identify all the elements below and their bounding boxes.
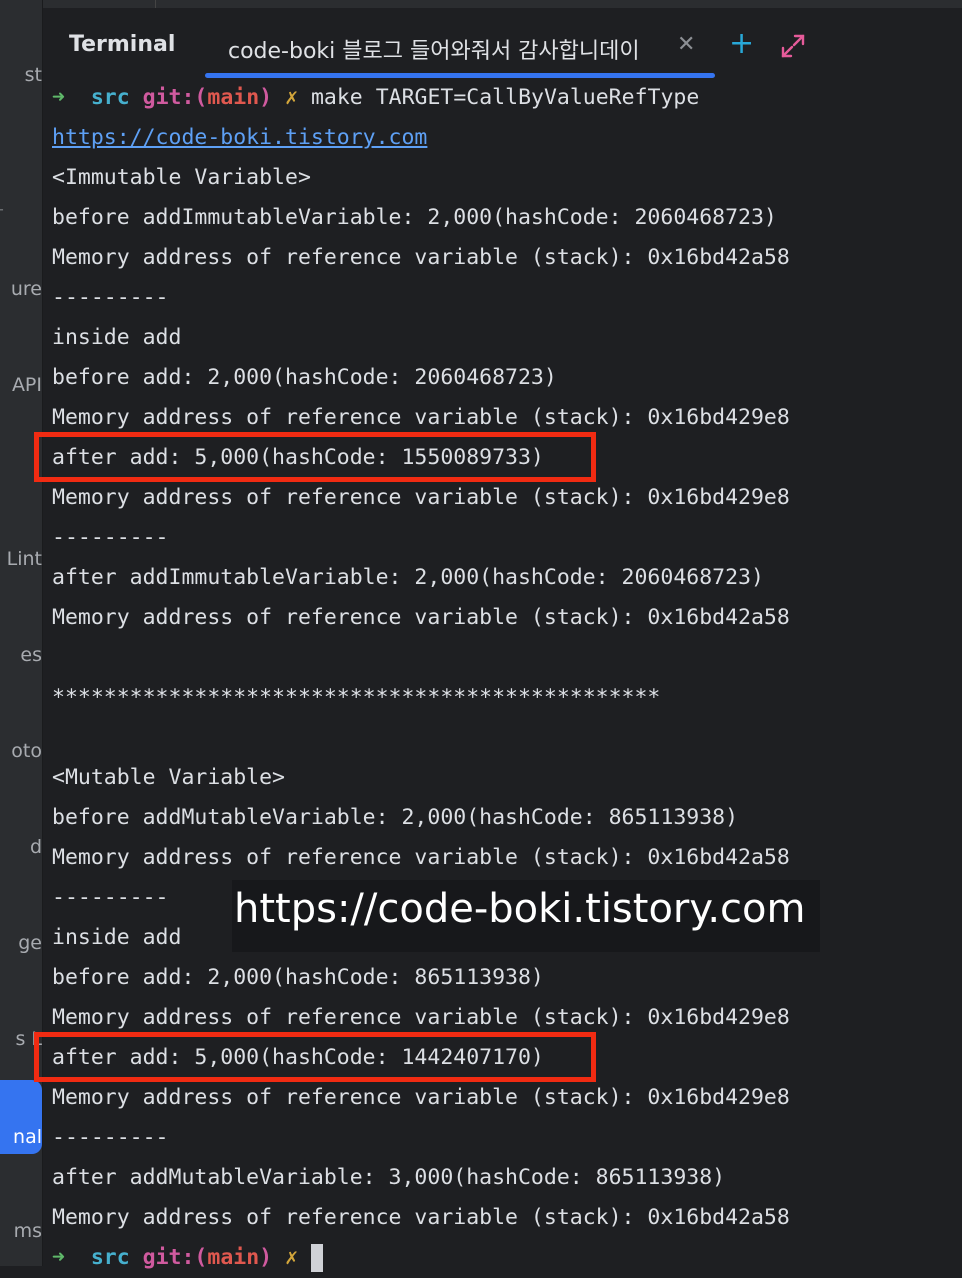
prompt-branch: main — [207, 85, 260, 110]
watermark-text: https://code-boki.tistory.com — [234, 886, 806, 932]
output-line: before addMutableVariable: 2,000(hashCod… — [52, 805, 739, 830]
text-cursor — [310, 1244, 323, 1272]
prompt-dirty: ✗ — [285, 1245, 299, 1270]
sidebar-item[interactable]: ge — [0, 932, 42, 954]
prompt-branch: main — [207, 1245, 260, 1270]
tab-active-session[interactable]: code-boki 블로그 들어와줘서 감사합니데이 ✕ — [205, 30, 715, 78]
output-line: <Immutable Variable> — [52, 165, 311, 190]
output-line: after addMutableVariable: 3,000(hashCode… — [52, 1165, 726, 1190]
sidebar-item[interactable]: d — [0, 836, 42, 858]
prompt-git-suffix: ) — [259, 1245, 273, 1270]
output-line: ****************************************… — [52, 685, 661, 710]
watermark: https://code-boki.tistory.com — [232, 880, 820, 952]
output-line: --------- — [52, 885, 169, 910]
prompt-dir: src — [90, 85, 130, 110]
prompt-arrow: ➜ — [52, 85, 65, 110]
sidebar-item[interactable]: API — [0, 374, 42, 396]
close-icon[interactable]: ✕ — [677, 32, 695, 57]
output-line: before add: 2,000(hashCode: 865113938) — [52, 965, 544, 990]
output-line: inside add — [52, 325, 182, 350]
prompt-command: make TARGET=CallByValueRefType — [310, 85, 700, 110]
tab-label: code-boki 블로그 들어와줘서 감사합니데이 — [228, 39, 640, 64]
top-strip — [43, 0, 962, 8]
prompt-dir: src — [90, 1245, 130, 1270]
output-line: after addImmutableVariable: 2,000(hashCo… — [52, 565, 764, 590]
prompt-git-prefix: git:( — [142, 85, 208, 110]
prompt-arrow: ➜ — [52, 1245, 65, 1270]
terminal-title: Terminal — [69, 32, 176, 57]
output-line: --------- — [52, 1125, 169, 1150]
sidebar-divider: - — [0, 198, 4, 220]
output-line: Memory address of reference variable (st… — [52, 845, 790, 870]
plus-icon[interactable]: + — [729, 26, 754, 61]
output-line: inside add — [52, 925, 182, 950]
output-line: Memory address of reference variable (st… — [52, 1205, 790, 1230]
prompt-git-suffix: ) — [259, 85, 273, 110]
highlight-box-immutable — [34, 432, 596, 482]
terminal-tab-bar: Terminal code-boki 블로그 들어와줘서 감사합니데이 ✕ + — [43, 8, 962, 78]
prompt-line-current: ➜ src git:(main) ✗ — [52, 1238, 323, 1278]
sidebar-item-terminal[interactable]: nal — [0, 1080, 42, 1154]
output-line: before addImmutableVariable: 2,000(hashC… — [52, 205, 777, 230]
output-line: Memory address of reference variable (st… — [52, 245, 790, 270]
output-line: Memory address of reference variable (st… — [52, 605, 790, 630]
prompt-dirty: ✗ — [285, 85, 299, 110]
output-line: Memory address of reference variable (st… — [52, 485, 790, 510]
highlight-box-mutable — [34, 1032, 596, 1082]
sidebar-item[interactable]: oto — [0, 740, 42, 762]
sidebar-item[interactable]: ure — [0, 278, 42, 300]
output-line: before add: 2,000(hashCode: 2060468723) — [52, 365, 557, 390]
sidebar-item[interactable]: st — [0, 64, 42, 86]
sidebar-item[interactable]: es — [0, 644, 42, 666]
output-line: <Mutable Variable> — [52, 765, 285, 790]
sidebar-item[interactable]: ms — [0, 1220, 42, 1242]
sidebar-item[interactable]: Lint — [0, 548, 42, 570]
output-line: Memory address of reference variable (st… — [52, 1085, 790, 1110]
output-line: --------- — [52, 525, 169, 550]
prompt-line: ➜ src git:(main) ✗ make TARGET=CallByVal… — [52, 78, 699, 118]
blog-link[interactable]: https://code-boki.tistory.com — [52, 125, 427, 150]
output-line: --------- — [52, 285, 169, 310]
prompt-git-prefix: git:( — [142, 1245, 208, 1270]
expand-icon[interactable] — [779, 32, 807, 60]
